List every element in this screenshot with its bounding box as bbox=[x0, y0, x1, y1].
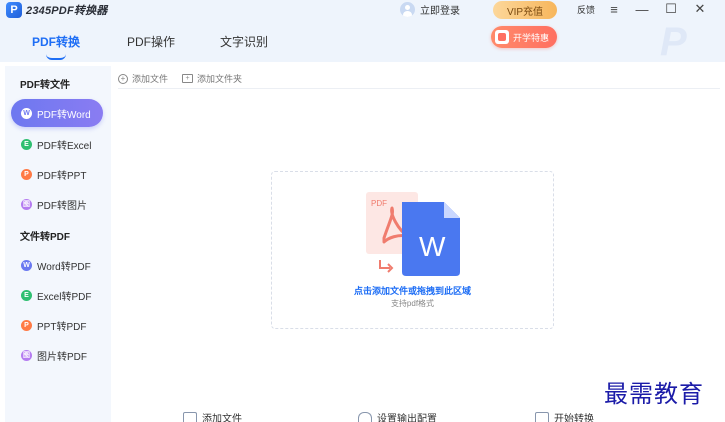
login-label: 立即登录 bbox=[420, 6, 460, 17]
sidebar-item-pdf-to-ppt[interactable]: P PDF转PPT bbox=[11, 160, 103, 188]
ppt-icon: P bbox=[21, 168, 32, 180]
file-drop-zone[interactable]: PDF W 点击添加文件或拖拽到此区域 支持pdf格式 bbox=[271, 171, 554, 329]
ppt-icon: P bbox=[21, 319, 32, 331]
tab-label: PDF转换 bbox=[32, 35, 81, 49]
pdf-to-word-illustration: PDF W bbox=[366, 192, 460, 276]
avatar-icon bbox=[400, 2, 415, 17]
vip-button[interactable]: VIP充值 bbox=[493, 1, 557, 19]
sidebar-item-label: PDF转PPT bbox=[37, 170, 87, 182]
sidebar-item-ppt-to-pdf[interactable]: P PPT转PDF bbox=[11, 311, 103, 339]
app-title: 2345PDF转换器 bbox=[26, 5, 108, 17]
drop-zone-subtitle: 支持pdf格式 bbox=[390, 299, 435, 308]
add-folder-icon: + bbox=[182, 74, 194, 83]
word-icon: W bbox=[21, 107, 32, 119]
sidebar-section-file-to-pdf: 文件转PDF bbox=[20, 232, 70, 243]
minimize-icon[interactable]: — bbox=[634, 1, 650, 17]
tab-active-indicator bbox=[46, 54, 66, 60]
file-icon bbox=[183, 411, 197, 422]
image-icon: 图 bbox=[21, 349, 32, 361]
sidebar-item-pdf-to-word[interactable]: W PDF转Word bbox=[11, 99, 103, 127]
sidebar-item-label: 图片转PDF bbox=[37, 351, 87, 363]
sidebar-item-label: PDF转Word bbox=[37, 109, 91, 121]
feedback-link[interactable]: 反馈 bbox=[577, 3, 595, 16]
convert-icon bbox=[535, 411, 549, 422]
bottom-add-file-button[interactable]: 添加文件 bbox=[183, 410, 242, 422]
tab-pdf-convert[interactable]: PDF转换 bbox=[32, 28, 81, 60]
sidebar-item-pdf-to-image[interactable]: 图 PDF转图片 bbox=[11, 190, 103, 218]
sidebar-section-pdf-to-file: PDF转文件 bbox=[20, 80, 70, 91]
sidebar-item-image-to-pdf[interactable]: 图 图片转PDF bbox=[11, 341, 103, 369]
drop-zone-title: 点击添加文件或拖拽到此区域 bbox=[353, 286, 471, 296]
sidebar-item-word-to-pdf[interactable]: W Word转PDF bbox=[11, 251, 103, 279]
sidebar-item-label: Excel转PDF bbox=[37, 291, 92, 303]
sidebar-item-label: PDF转图片 bbox=[37, 200, 87, 212]
sidebar: PDF转文件 W PDF转Word E PDF转Excel P PDF转PPT … bbox=[5, 66, 111, 422]
start-convert-label: 开始转换 bbox=[554, 414, 594, 422]
sidebar-item-label: Word转PDF bbox=[37, 261, 91, 273]
top-bar: P 2345PDF转换器 立即登录 VIP充值 反馈 ≡ — ☐ ✕ PDF转换… bbox=[0, 0, 725, 62]
promo-label: 开学特惠 bbox=[513, 32, 550, 43]
output-config-button[interactable]: 设置输出配置 bbox=[358, 410, 437, 422]
login-button[interactable]: 立即登录 bbox=[400, 2, 460, 17]
add-circle-icon: + bbox=[118, 73, 128, 84]
word-letter: W bbox=[419, 231, 446, 262]
tab-ocr[interactable]: 文字识别 bbox=[220, 28, 268, 56]
tab-label: PDF操作 bbox=[127, 35, 176, 49]
add-file-label: 添加文件 bbox=[132, 74, 169, 84]
add-folder-label: 添加文件夹 bbox=[197, 74, 243, 84]
menu-icon[interactable]: ≡ bbox=[606, 1, 622, 17]
bottom-add-file-label: 添加文件 bbox=[202, 414, 242, 422]
sidebar-item-excel-to-pdf[interactable]: E Excel转PDF bbox=[11, 281, 103, 309]
output-config-label: 设置输出配置 bbox=[377, 414, 437, 422]
sidebar-item-label: PDF转Excel bbox=[37, 140, 92, 152]
pdf-badge: PDF bbox=[371, 199, 387, 208]
close-icon[interactable]: ✕ bbox=[692, 1, 708, 17]
settings-icon bbox=[358, 411, 372, 422]
add-file-button[interactable]: + 添加文件 bbox=[118, 72, 168, 85]
add-folder-button[interactable]: + 添加文件夹 bbox=[182, 72, 242, 85]
toolbar-divider bbox=[118, 88, 720, 89]
gift-icon bbox=[495, 30, 509, 44]
watermark-text: 最需教育 bbox=[604, 380, 704, 408]
tab-label: 文字识别 bbox=[220, 35, 269, 49]
tab-pdf-operation[interactable]: PDF操作 bbox=[127, 28, 175, 56]
word-icon: W bbox=[21, 259, 32, 271]
app-logo: P 2345PDF转换器 bbox=[6, 2, 107, 18]
excel-icon: E bbox=[21, 289, 32, 301]
bottom-action-bar: 添加文件 设置输出配置 开始转换 bbox=[183, 408, 653, 422]
logo-icon: P bbox=[6, 2, 22, 18]
excel-icon: E bbox=[21, 138, 32, 150]
start-convert-button[interactable]: 开始转换 bbox=[535, 410, 594, 422]
file-toolbar: + 添加文件 + 添加文件夹 bbox=[118, 72, 242, 85]
image-icon: 图 bbox=[21, 198, 32, 210]
promo-button[interactable]: 开学特惠 bbox=[491, 26, 557, 48]
sidebar-item-pdf-to-excel[interactable]: E PDF转Excel bbox=[11, 130, 103, 158]
sidebar-item-label: PPT转PDF bbox=[37, 321, 87, 333]
decorative-logo-watermark: P bbox=[660, 20, 687, 64]
maximize-icon[interactable]: ☐ bbox=[663, 1, 679, 17]
